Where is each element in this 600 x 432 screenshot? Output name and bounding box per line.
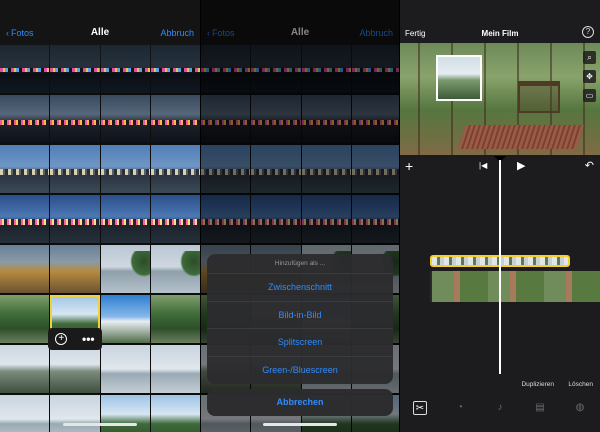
movie-editor-panel: Fertig Mein Film ? ⌕ ✥ ▭ + |◀ ▶ ↶ Dupliz… xyxy=(400,0,600,432)
photo-thumbnail[interactable] xyxy=(50,45,100,93)
add-clip-icon[interactable]: + xyxy=(55,333,68,345)
photo-thumbnail[interactable] xyxy=(0,195,50,243)
titles-icon[interactable]: ▤ xyxy=(533,401,547,415)
photo-thumbnail[interactable] xyxy=(150,345,200,393)
home-indicator xyxy=(263,423,337,426)
photo-thumbnail[interactable] xyxy=(100,295,150,343)
rug-scene xyxy=(458,125,584,149)
photo-thumbnail[interactable] xyxy=(50,195,100,243)
abort-button[interactable]: Abbrechen xyxy=(207,389,393,416)
photo-thumbnail[interactable] xyxy=(0,145,50,193)
cancel-button[interactable]: Abbruch xyxy=(160,28,194,38)
photo-row xyxy=(0,195,200,243)
add-as-action-sheet: Hinzufügen als ... Zwischenschnitt Bild-… xyxy=(207,254,393,384)
option-split-screen[interactable]: Splitscreen xyxy=(207,329,393,357)
photo-thumbnail[interactable] xyxy=(0,395,50,432)
photo-thumbnail[interactable] xyxy=(150,145,200,193)
thumbnail-action-toolbar: + ••• xyxy=(48,328,102,350)
project-title: Mein Film xyxy=(481,29,519,38)
playhead-line[interactable] xyxy=(499,160,501,374)
option-green-blue-screen[interactable]: Green-/Bluescreen xyxy=(207,357,393,385)
editor-navbar: Fertig Mein Film ? xyxy=(400,0,600,43)
photo-thumbnail[interactable] xyxy=(50,245,100,293)
scissors-icon[interactable]: ✂ xyxy=(413,401,427,415)
help-icon[interactable]: ? xyxy=(582,26,594,38)
add-media-icon[interactable]: + xyxy=(405,157,413,175)
photo-thumbnail[interactable] xyxy=(100,195,150,243)
photo-thumbnail[interactable] xyxy=(0,295,50,343)
photo-thumbnail[interactable] xyxy=(100,145,150,193)
photo-thumbnail[interactable] xyxy=(0,45,50,93)
move-icon[interactable]: ✥ xyxy=(583,70,596,83)
photo-thumbnail[interactable] xyxy=(150,195,200,243)
photo-row xyxy=(0,395,200,432)
photo-row xyxy=(0,45,200,93)
option-cutaway[interactable]: Zwischenschnitt xyxy=(207,274,393,302)
photo-thumbnail[interactable] xyxy=(100,95,150,143)
duplicate-button[interactable]: Duplizieren xyxy=(521,381,554,388)
zoom-icon[interactable]: ⌕ xyxy=(583,51,596,64)
photo-thumbnail[interactable] xyxy=(0,345,50,393)
photo-thumbnail[interactable] xyxy=(50,95,100,143)
photo-thumbnail[interactable] xyxy=(150,295,200,343)
photo-thumbnail[interactable] xyxy=(50,395,100,432)
photo-thumbnail[interactable] xyxy=(150,245,200,293)
volume-icon[interactable]: ♪ xyxy=(493,401,507,415)
photo-thumbnail[interactable] xyxy=(100,345,150,393)
photo-grid xyxy=(0,45,200,432)
frame-icon[interactable]: ▭ xyxy=(583,89,596,102)
play-icon[interactable]: ▶ xyxy=(517,159,525,172)
bench-scene xyxy=(518,81,560,113)
photo-thumbnail[interactable] xyxy=(100,45,150,93)
filters-icon[interactable]: ◍ xyxy=(573,401,587,415)
photo-row xyxy=(0,345,200,393)
add-as-panel: ‹ Fotos Alle Abbruch Hinzufügen als ... … xyxy=(201,0,399,432)
more-options-icon[interactable]: ••• xyxy=(82,333,95,345)
video-preview: ⌕ ✥ ▭ xyxy=(400,43,600,155)
photo-row xyxy=(0,245,200,293)
rewind-icon[interactable]: |◀ xyxy=(479,161,487,170)
photo-thumbnail[interactable] xyxy=(0,95,50,143)
photo-thumbnail[interactable] xyxy=(100,395,150,432)
delete-button[interactable]: Löschen xyxy=(568,381,593,388)
main-video-clip[interactable] xyxy=(430,271,600,302)
photo-thumbnail[interactable] xyxy=(0,245,50,293)
photo-thumbnail[interactable] xyxy=(150,395,200,432)
clip-action-labels: Duplizieren Löschen xyxy=(400,381,600,393)
option-picture-in-picture[interactable]: Bild-in-Bild xyxy=(207,302,393,329)
photo-row xyxy=(0,145,200,193)
editor-toolbar: ✂ ◔ ♪ ▤ ◍ xyxy=(400,396,600,420)
speed-icon[interactable]: ◔ xyxy=(453,401,467,415)
home-indicator xyxy=(63,423,137,426)
photo-thumbnail[interactable] xyxy=(100,245,150,293)
photo-thumbnail[interactable] xyxy=(150,95,200,143)
photo-thumbnail[interactable] xyxy=(150,45,200,93)
undo-icon[interactable]: ↶ xyxy=(585,159,594,172)
photo-row xyxy=(0,95,200,143)
photo-thumbnail[interactable] xyxy=(50,145,100,193)
photo-thumbnail[interactable] xyxy=(50,345,100,393)
pip-overlay-window[interactable] xyxy=(436,55,482,101)
preview-tools: ⌕ ✥ ▭ xyxy=(583,51,596,102)
photo-picker-panel: ‹ Fotos Alle Abbruch + ••• xyxy=(0,0,200,432)
action-sheet-title: Hinzufügen als ... xyxy=(207,254,393,274)
